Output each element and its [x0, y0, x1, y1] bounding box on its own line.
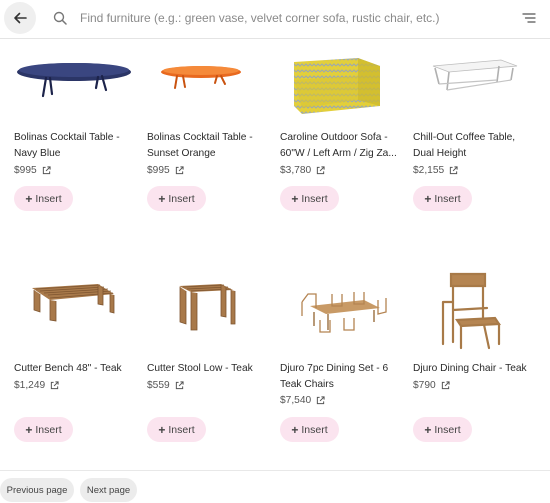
plus-icon: +: [424, 422, 432, 437]
search-icon: [53, 11, 67, 25]
insert-button[interactable]: + Insert: [14, 417, 73, 442]
next-page-button[interactable]: Next page: [80, 478, 137, 502]
product-price: $3,780: [280, 165, 312, 176]
price-row: $995: [147, 165, 184, 176]
search-bar: [0, 0, 550, 39]
product-name: Cutter Bench 48" - Teak: [14, 363, 122, 374]
product-image: [161, 66, 241, 89]
external-link-icon[interactable]: [50, 381, 59, 390]
insert-button[interactable]: + Insert: [14, 186, 73, 211]
previous-page-button[interactable]: Previous page: [0, 478, 74, 502]
product-name: Bolinas Cocktail Table - Sunset Orange: [147, 132, 253, 159]
product-price: $995: [14, 165, 37, 176]
arrow-left-icon: [14, 12, 27, 24]
price-row: $790: [413, 380, 450, 391]
external-link-icon[interactable]: [316, 166, 325, 175]
product-image: [432, 59, 518, 91]
plus-icon: +: [158, 191, 166, 206]
external-link-icon[interactable]: [175, 381, 184, 390]
insert-button[interactable]: + Insert: [147, 417, 206, 442]
price-row: $1,249: [14, 380, 59, 391]
insert-label: Insert: [35, 423, 62, 436]
external-link-icon[interactable]: [175, 166, 184, 175]
product-name: Cutter Stool Low - Teak: [147, 363, 253, 374]
product-image: [294, 58, 380, 114]
insert-button[interactable]: + Insert: [413, 417, 472, 442]
product-image: [301, 292, 387, 333]
price-row: $559: [147, 380, 184, 391]
product-price: $2,155: [413, 165, 445, 176]
plus-icon: +: [158, 422, 166, 437]
product-image: [441, 272, 501, 350]
external-link-icon[interactable]: [441, 381, 450, 390]
product-price: $7,540: [280, 395, 312, 406]
insert-label: Insert: [434, 192, 461, 205]
back-button[interactable]: [4, 2, 36, 34]
plus-icon: +: [291, 191, 299, 206]
external-link-icon[interactable]: [449, 166, 458, 175]
insert-label: Insert: [168, 192, 195, 205]
furniture-search-panel: Bolinas Cocktail Table - Navy Blue $995 …: [0, 0, 550, 503]
plus-icon: +: [25, 422, 33, 437]
product-image: [179, 284, 236, 331]
product-price: $790: [413, 380, 436, 391]
insert-label: Insert: [434, 423, 461, 436]
external-link-icon[interactable]: [316, 396, 325, 405]
product-name: Djuro 7pc Dining Set - 6 Teak Chairs: [280, 363, 389, 390]
insert-label: Insert: [168, 423, 195, 436]
insert-label: Insert: [301, 192, 328, 205]
price-row: $3,780: [280, 165, 325, 176]
product-price: $995: [147, 165, 170, 176]
insert-button[interactable]: + Insert: [413, 186, 472, 211]
product-name: Djuro Dining Chair - Teak: [413, 363, 527, 374]
insert-label: Insert: [35, 192, 62, 205]
external-link-icon[interactable]: [42, 166, 51, 175]
insert-button[interactable]: + Insert: [280, 186, 339, 211]
product-image: [17, 63, 131, 98]
plus-icon: +: [424, 191, 432, 206]
plus-icon: +: [25, 191, 33, 206]
product-price: $559: [147, 380, 170, 391]
insert-button[interactable]: + Insert: [280, 417, 339, 442]
search-input[interactable]: [80, 8, 500, 28]
price-row: $995: [14, 165, 51, 176]
footer-divider: [0, 470, 550, 471]
insert-button[interactable]: + Insert: [147, 186, 206, 211]
product-name: Bolinas Cocktail Table - Navy Blue: [14, 132, 120, 159]
product-price: $1,249: [14, 380, 46, 391]
plus-icon: +: [291, 422, 299, 437]
product-image: [32, 284, 115, 322]
price-row: $2,155: [413, 165, 458, 176]
price-row: $7,540: [280, 395, 325, 406]
insert-label: Insert: [301, 423, 328, 436]
product-name: Chill-Out Coffee Table, Dual Height: [413, 132, 516, 159]
filter-lines-icon[interactable]: [522, 12, 536, 24]
product-name: Caroline Outdoor Sofa - 60"W / Left Arm …: [280, 132, 397, 159]
